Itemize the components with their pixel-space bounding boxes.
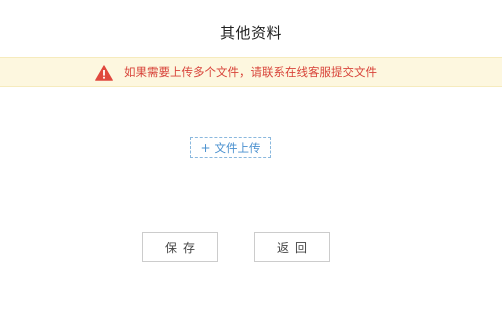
notice-banner: 如果需要上传多个文件，请联系在线客服提交文件 [0, 57, 502, 87]
warning-icon [95, 65, 113, 81]
plus-icon: + [200, 140, 211, 155]
page: 其他资料 如果需要上传多个文件，请联系在线客服提交文件 + 文件上传 保存 返回 [0, 0, 502, 330]
save-button-label: 保存 [164, 240, 201, 255]
notice-text: 如果需要上传多个文件，请联系在线客服提交文件 [124, 65, 377, 79]
file-upload-button[interactable]: + 文件上传 [190, 137, 271, 158]
back-button-label: 返回 [276, 240, 313, 255]
page-title: 其他资料 [219, 24, 282, 42]
save-button[interactable]: 保存 [142, 232, 218, 262]
back-button[interactable]: 返回 [254, 232, 330, 262]
file-upload-label: 文件上传 [214, 140, 261, 155]
